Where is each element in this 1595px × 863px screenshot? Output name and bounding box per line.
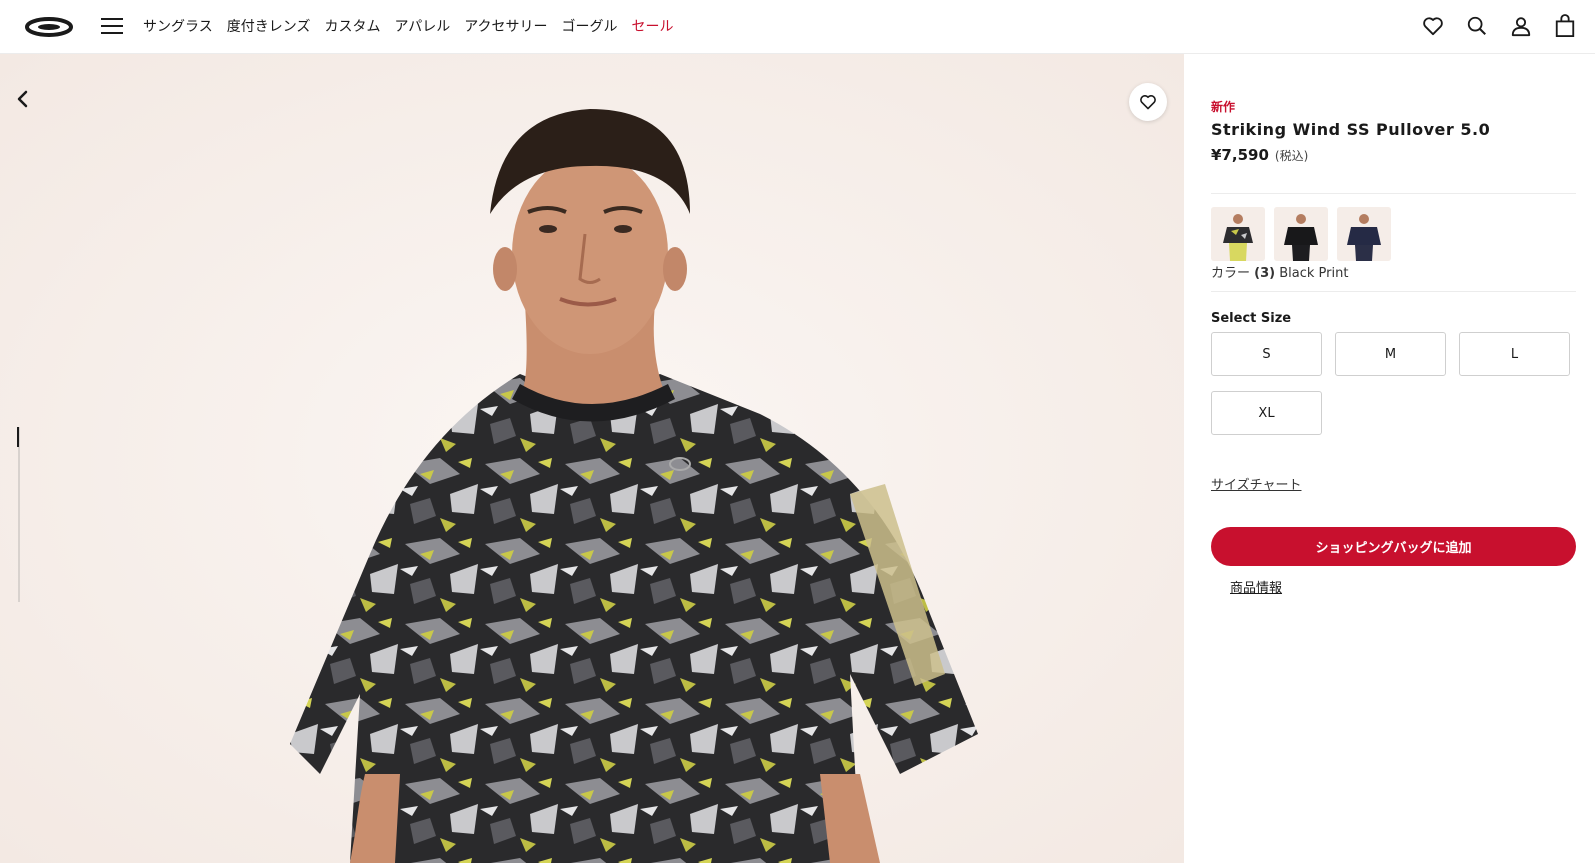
swatch-black[interactable]: [1274, 207, 1328, 261]
size-xl-button[interactable]: XL: [1211, 391, 1322, 435]
add-to-bag-button[interactable]: ショッピングバッグに追加: [1211, 527, 1576, 566]
main-nav: サングラス 度付きレンズ カスタム アパレル アクセサリー ゴーグル セール: [143, 16, 674, 36]
price-row: ¥7,590 (税込): [1211, 146, 1308, 164]
hamburger-menu-icon[interactable]: [101, 18, 125, 36]
wishlist-heart-icon[interactable]: [1421, 13, 1445, 39]
size-m-button[interactable]: M: [1335, 332, 1446, 376]
favorite-heart-icon[interactable]: [1129, 83, 1167, 121]
color-swatches: [1211, 207, 1391, 261]
divider: [1211, 291, 1576, 292]
size-s-button[interactable]: S: [1211, 332, 1322, 376]
product-info-link[interactable]: 商品情報: [1230, 577, 1282, 596]
back-arrow-icon[interactable]: [12, 88, 34, 110]
nav-sunglasses[interactable]: サングラス: [143, 16, 213, 36]
oakley-logo[interactable]: [25, 17, 73, 37]
nav-accessories[interactable]: アクセサリー: [464, 16, 547, 36]
swatch-navy[interactable]: [1337, 207, 1391, 261]
shopping-bag-icon[interactable]: [1553, 13, 1577, 39]
site-header: サングラス 度付きレンズ カスタム アパレル アクセサリー ゴーグル セール: [0, 0, 1595, 54]
size-chart-link[interactable]: サイズチャート: [1211, 474, 1301, 493]
color-selection: カラー (3) Black Print: [1211, 262, 1348, 281]
select-size-label: Select Size: [1211, 311, 1292, 326]
nav-prescription[interactable]: 度付きレンズ: [227, 16, 311, 36]
gallery-scrollbar-thumb[interactable]: [17, 427, 19, 447]
product-details-panel: 新作 Striking Wind SS Pullover 5.0 ¥7,590 …: [1184, 54, 1595, 863]
product-title: Striking Wind SS Pullover 5.0: [1211, 120, 1491, 139]
search-icon[interactable]: [1465, 13, 1489, 39]
nav-custom[interactable]: カスタム: [324, 16, 380, 36]
product-price: ¥7,590: [1211, 146, 1269, 164]
product-image: [0, 54, 1184, 863]
nav-sale[interactable]: セール: [632, 16, 674, 36]
gallery-scrollbar-track[interactable]: [18, 427, 20, 602]
divider: [1211, 193, 1576, 194]
size-l-button[interactable]: L: [1459, 332, 1570, 376]
color-name: Black Print: [1279, 266, 1349, 281]
header-icons: [1421, 13, 1577, 39]
swatch-black-print[interactable]: [1211, 207, 1265, 261]
nav-apparel[interactable]: アパレル: [394, 16, 450, 36]
product-gallery[interactable]: [0, 54, 1184, 863]
new-badge: 新作: [1211, 100, 1236, 114]
tax-note: (税込): [1274, 149, 1309, 163]
color-label: カラー: [1211, 266, 1251, 281]
account-user-icon[interactable]: [1509, 13, 1533, 39]
nav-goggles[interactable]: ゴーグル: [562, 16, 618, 36]
color-count: (3): [1254, 266, 1276, 281]
